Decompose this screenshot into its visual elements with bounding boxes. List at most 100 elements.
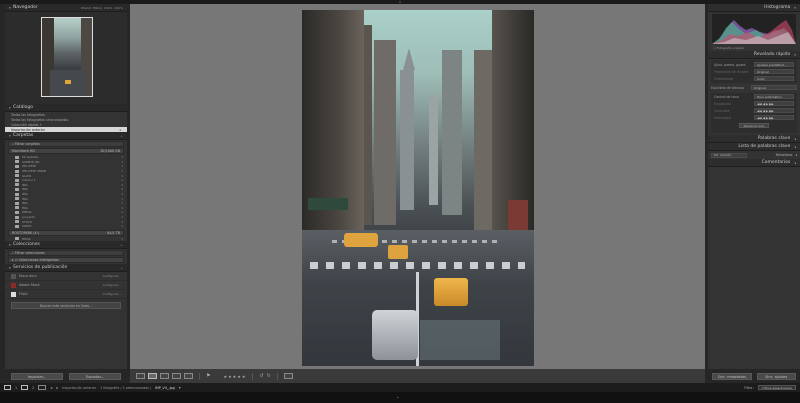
rotate-right-icon[interactable]: ↻ <box>267 373 271 379</box>
catalog-title: Catálogo <box>13 105 34 110</box>
people-view-icon[interactable] <box>184 373 193 379</box>
navigator-header[interactable]: ▾ Navegador PASAR ENCAJ 100% 200% <box>5 4 127 12</box>
folder-item[interactable]: Interior 1 1 <box>5 178 127 183</box>
page-1[interactable]: 1 <box>15 386 17 390</box>
folder-count: 3 <box>121 219 123 224</box>
quick-develop-header[interactable]: Revelado rápido ▾ <box>708 51 800 59</box>
folder-item[interactable]: IMG 3 <box>5 192 127 197</box>
collections-header[interactable]: ▾ Colecciones + <box>5 241 127 250</box>
folder-item[interactable]: proyecto 1 <box>5 215 127 220</box>
folder-item[interactable]: VIDEO 1 <box>5 224 127 229</box>
right-buttons: Sinc. metadatos Sinc. ajustes <box>708 372 800 383</box>
flag-icon[interactable]: ⚑ <box>206 373 210 379</box>
catalog-item-synced[interactable]: Todas las fotografías sincronizadas <box>5 117 127 122</box>
sync-settings-button[interactable]: Sinc. ajustes <box>756 373 796 380</box>
volume-macintosh[interactable]: Macintosh HD 82/1000 GB <box>8 148 124 154</box>
expand-triangle-icon: ◂ <box>795 153 797 157</box>
photo-building <box>429 95 438 205</box>
forward-arrow-icon[interactable]: ▸ <box>56 385 58 390</box>
collapse-top-arrow[interactable]: ▾ <box>397 0 403 4</box>
add-collection-icon[interactable]: + <box>120 243 123 247</box>
grid-view-icon[interactable] <box>136 373 145 379</box>
compare-view-icon[interactable] <box>160 373 169 379</box>
catalog-item-previous-import[interactable]: Importación anterior 1 <box>5 127 127 132</box>
photo-taxi <box>388 245 408 259</box>
folder-icon <box>15 164 19 168</box>
back-arrow-icon[interactable]: ◂ <box>50 385 52 390</box>
wb-select[interactable]: Original <box>751 85 797 90</box>
export-button[interactable]: Exportar... <box>69 373 121 380</box>
exposure-stepper[interactable]: ◀◀ ◀ ▶ ▶▶ <box>754 101 794 106</box>
keyword-list-header[interactable]: Lista de palabras clave ◂ <box>708 143 800 151</box>
folder-icon <box>15 220 19 224</box>
folder-count: 1 <box>121 196 123 201</box>
publish-header[interactable]: ▾ Servicios de publicación + <box>5 264 127 273</box>
smart-collections[interactable]: ▸ ▭ Colecciones inteligentes <box>8 257 124 264</box>
preset-row: Ajust. preest. guard. Ajustes predefinid.… <box>711 61 797 68</box>
monitor-icon[interactable] <box>4 385 11 390</box>
monitor-icon[interactable] <box>21 385 29 390</box>
publish-flickr[interactable]: Flickr Configurar... <box>5 290 127 300</box>
publish-adobe-stock[interactable]: Adobe Stock Configurar... <box>5 281 127 291</box>
comments-header[interactable]: Comentarios ◂ <box>708 159 800 167</box>
rotate-left-icon[interactable]: ↺ <box>259 373 263 379</box>
folder-item[interactable]: SCENTE_8D 1 <box>5 160 127 165</box>
folder-item[interactable]: 00 website 1 <box>5 155 127 160</box>
grid-icon[interactable] <box>38 385 47 390</box>
folder-item[interactable]: DELIVERY 1 <box>5 164 127 169</box>
rating-stars[interactable]: ★★★★★ <box>223 374 246 379</box>
zoom-100[interactable]: 100% <box>104 6 113 10</box>
publish-title: Servicios de publicación <box>13 265 68 271</box>
filmstrip-source[interactable]: Importación anterior <box>62 386 96 390</box>
folder-item[interactable]: MEDIA 1 <box>5 210 127 215</box>
metadata-title[interactable]: Metadatos <box>776 153 793 157</box>
folder-item[interactable]: IMG 1 <box>5 206 127 211</box>
folder-item[interactable]: HEOR 1 <box>5 237 127 242</box>
expand-filmstrip-arrow[interactable]: ▴ <box>397 395 399 399</box>
zoom-icon[interactable] <box>283 373 293 379</box>
import-button[interactable]: Importar... <box>11 373 63 380</box>
folder-item[interactable]: DELIVERY SNNN 1 <box>5 169 127 174</box>
folder-item[interactable]: GLOW 1 <box>5 173 127 178</box>
folder-item[interactable]: IMG 1 <box>5 196 127 201</box>
contrast-stepper[interactable]: ◀◀ ◀ ▶ ▶▶ <box>754 108 794 113</box>
metadata-preset-select[interactable]: Por omisión <box>711 152 747 158</box>
catalog-item-quick[interactable]: Colección rápida + <box>5 122 127 127</box>
folder-item[interactable]: STOCK 3 <box>5 219 127 224</box>
treatment-select[interactable]: Color <box>754 76 794 81</box>
keywords-header[interactable]: Palabras clave ◂ <box>708 135 800 143</box>
page-2[interactable]: 2 <box>32 386 34 390</box>
chevron-down-icon[interactable]: ▾ <box>179 385 181 390</box>
add-publish-icon[interactable]: + <box>120 266 123 270</box>
crop-select[interactable]: Original <box>754 69 794 74</box>
zoom-200[interactable]: 200% <box>114 6 123 10</box>
publish-harddisk[interactable]: Disco duro Configurar... <box>5 272 127 282</box>
folder-item[interactable]: IMG 4 <box>5 187 127 192</box>
vibrance-stepper[interactable]: ◀◀ ◀ ▶ ▶▶ <box>754 115 794 120</box>
auto-tone-button[interactable]: Tono automático <box>754 94 794 99</box>
survey-view-icon[interactable] <box>172 373 181 379</box>
main-photo[interactable] <box>302 10 534 366</box>
reset-all-button[interactable]: Restaurar todo <box>739 123 769 128</box>
right-panel: Histograma ▾ ☐ Fotografía original Revela… <box>708 4 800 369</box>
histogram-header[interactable]: Histograma ▾ <box>708 4 800 12</box>
folder-item[interactable]: IMG 1 <box>5 201 127 206</box>
catalog-header[interactable]: ▾ Catálogo <box>5 104 127 112</box>
filter-select[interactable]: Filtros desactivados <box>758 385 796 390</box>
find-more-services-button[interactable]: Buscar más servicios en línea... <box>11 302 121 310</box>
navigator-thumbnail[interactable] <box>41 17 93 97</box>
zoom-fit[interactable]: PASAR <box>81 6 91 10</box>
loupe-view-icon[interactable] <box>148 373 157 379</box>
preset-select[interactable]: Ajustes predefinid... <box>754 62 794 67</box>
tone-control-group: Control de tono Tono automático Exposició… <box>711 93 797 133</box>
collapse-triangle-icon: ▾ <box>794 52 796 57</box>
volume-external[interactable]: ROSTOPARK (X:) 64/1 TB <box>8 229 124 236</box>
folder-item[interactable]: IMG 1 <box>5 183 127 188</box>
zoom-fill[interactable]: ENCAJ <box>93 6 102 10</box>
add-folder-icon[interactable]: + <box>120 134 123 138</box>
collection-filter[interactable]: ⌕ Filtrar colecciones <box>8 250 124 257</box>
sync-metadata-button[interactable]: Sinc. metadatos <box>712 373 752 380</box>
folder-filter[interactable]: ⌕ Filtrar carpetas <box>8 141 124 147</box>
folders-header[interactable]: ▾ Carpetas + <box>5 132 127 140</box>
catalog-item-all[interactable]: Todas las fotografías <box>5 112 127 117</box>
